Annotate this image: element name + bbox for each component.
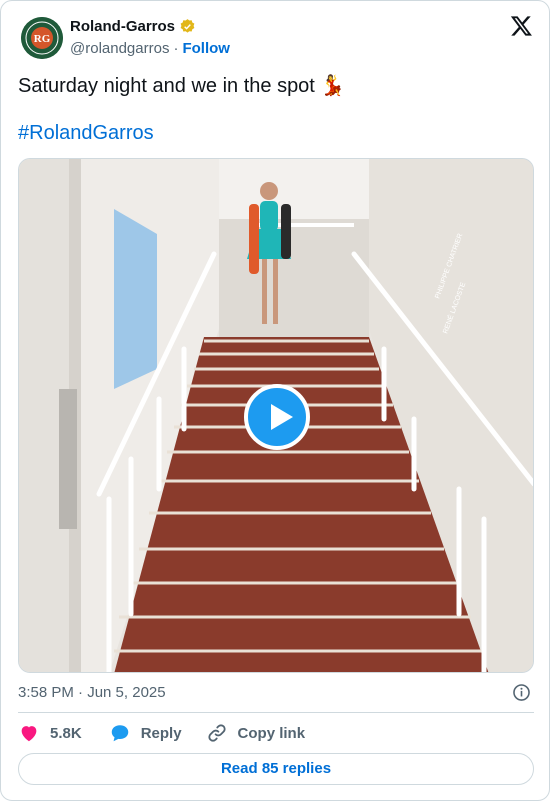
info-icon[interactable] (512, 683, 531, 702)
separator-dot: · (173, 40, 179, 57)
reply-label: Reply (140, 724, 182, 742)
read-replies-button[interactable]: Read 85 replies (18, 753, 534, 785)
author-name[interactable]: Roland-Garros (70, 18, 175, 35)
roland-garros-logo-icon: RG (21, 17, 63, 59)
divider (18, 712, 534, 713)
like-button[interactable]: 5.8K (18, 722, 82, 744)
copy-link-label: Copy link (237, 724, 306, 742)
reply-button[interactable]: Reply (109, 722, 182, 744)
reply-bubble-icon (111, 725, 128, 742)
link-icon (207, 724, 226, 742)
video-media[interactable]: PHILIPPE CHATRIER RENÉ LACOSTE (18, 158, 534, 673)
author-handle[interactable]: @rolandgarros (70, 40, 169, 57)
heart-icon (21, 726, 37, 742)
author-handle-row: @rolandgarros · Follow (70, 40, 230, 57)
timestamp[interactable]: 3:58 PM · Jun 5, 2025 (18, 684, 166, 701)
x-logo-icon[interactable] (510, 14, 533, 37)
tweet-text: Saturday night and we in the spot 💃 (18, 75, 346, 97)
svg-text:RG: RG (34, 33, 51, 45)
follow-button[interactable]: Follow (182, 40, 230, 57)
copy-link-button[interactable]: Copy link (206, 722, 306, 744)
hashtag-link[interactable]: #RolandGarros (18, 122, 154, 145)
tweet-card: RG Roland-Garros @rolandgarros · Follow … (0, 0, 550, 801)
avatar[interactable]: RG (21, 17, 63, 59)
play-button[interactable] (244, 384, 310, 450)
action-bar: 5.8K Reply Copy link (18, 721, 305, 745)
verified-badge-icon (180, 19, 195, 33)
author-name-row: Roland-Garros (70, 18, 196, 35)
like-count: 5.8K (50, 724, 82, 742)
